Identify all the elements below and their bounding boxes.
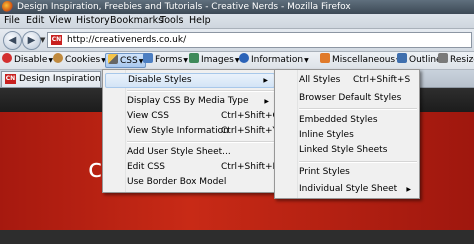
url-text[interactable]: http://creativenerds.co.uk/ [67,34,186,46]
submenu-arrow-icon: ▶ [406,186,411,193]
toolbar-disable-button[interactable]: Disable▼ [2,53,53,68]
firefox-logo-icon [2,1,13,12]
menu-tools[interactable]: Tools [160,15,183,27]
cookie-icon [53,53,63,63]
menu-bar: File Edit View History Bookmarks Tools H… [0,14,474,29]
tab-title: Design Inspiration, Free [19,74,101,84]
navigation-bar: ◀ ▶ ▼ CN http://creativenerds.co.uk/ [0,29,474,52]
menu-separator [127,141,275,143]
css-menu-item-view-style-information[interactable]: View Style Information Ctrl+Shift+Y [105,124,278,139]
menu-separator [299,108,417,110]
menu-view[interactable]: View [49,15,72,27]
disable-styles-submenu: All Styles Ctrl+Shift+S Browser Default S… [274,69,420,199]
window-title: Design Inspiration, Freebies and Tutoria… [17,2,351,12]
site-footer-strip [0,230,474,244]
toolbar-images-button[interactable]: Images▼ [189,53,240,68]
css-menu-item-add-user-style-sheet[interactable]: Add User Style Sheet... [105,145,275,160]
site-favicon-icon: CN [51,35,62,45]
form-icon [143,53,153,63]
web-developer-toolbar: Disable▼ Cookies▼ CSS▼ Forms▼ Images▼ In… [0,52,474,70]
menu-separator [299,161,417,163]
submenu-item-embedded-styles[interactable]: Embedded Styles [277,113,417,128]
submenu-item-browser-default-styles[interactable]: Browser Default Styles [277,91,417,106]
css-menu-item-edit-css[interactable]: Edit CSS Ctrl+Shift+E [105,160,278,175]
menu-history[interactable]: History [76,15,110,27]
pencil-icon [108,54,118,64]
title-bar: Design Inspiration, Freebies and Tutoria… [0,0,474,14]
back-arrow-icon[interactable]: ◀ [3,31,22,50]
info-icon [239,53,249,63]
menu-help[interactable]: Help [189,15,211,27]
tab-active[interactable]: CN Design Inspiration, Free [1,71,101,87]
toolbar-css-button[interactable]: CSS▼ [105,53,147,68]
css-menu-item-view-css[interactable]: View CSS Ctrl+Shift+C [105,109,279,124]
menu-separator [127,90,275,92]
submenu-item-inline-styles[interactable]: Inline Styles [277,128,417,143]
css-menu-item-disable-styles[interactable]: Disable Styles ▶ [105,73,275,88]
css-menu: Disable Styles ▶ Display CSS By Media Typ… [102,69,279,193]
toolbar-information-button[interactable]: Information▼ [239,53,309,68]
menu-edit[interactable]: Edit [26,15,44,27]
toolbar-forms-button[interactable]: Forms▼ [143,53,188,68]
url-bar[interactable]: CN http://creativenerds.co.uk/ [47,32,472,48]
resize-icon [438,53,448,63]
misc-icon [320,53,330,63]
menu-bookmarks[interactable]: Bookmarks [110,15,163,27]
toolbar-resize-button[interactable]: Resize [438,53,474,68]
outline-icon [397,53,407,63]
menu-file[interactable]: File [4,15,20,27]
toolbar-miscellaneous-button[interactable]: Miscellaneous▼ [320,53,401,68]
css-menu-item-use-border-box-model[interactable]: Use Border Box Model [105,175,275,190]
submenu-item-individual-style-sheet[interactable]: Individual Style Sheet ▶ [277,182,417,197]
submenu-arrow-icon: ▶ [263,77,268,84]
submenu-arrow-icon: ▶ [264,98,269,105]
history-dropdown-icon[interactable]: ▼ [40,36,45,44]
disable-icon [2,53,12,63]
image-icon [189,53,199,63]
submenu-item-linked-style-sheets[interactable]: Linked Style Sheets [277,143,417,158]
tab-favicon-icon: CN [5,74,16,84]
css-menu-item-display-css-by-media-type[interactable]: Display CSS By Media Type ▶ [105,94,275,109]
submenu-item-all-styles[interactable]: All Styles Ctrl+Shift+S [277,73,417,88]
submenu-item-print-styles[interactable]: Print Styles [277,165,417,180]
forward-arrow-icon[interactable]: ▶ [22,31,41,50]
toolbar-cookies-button[interactable]: Cookies▼ [53,53,106,68]
